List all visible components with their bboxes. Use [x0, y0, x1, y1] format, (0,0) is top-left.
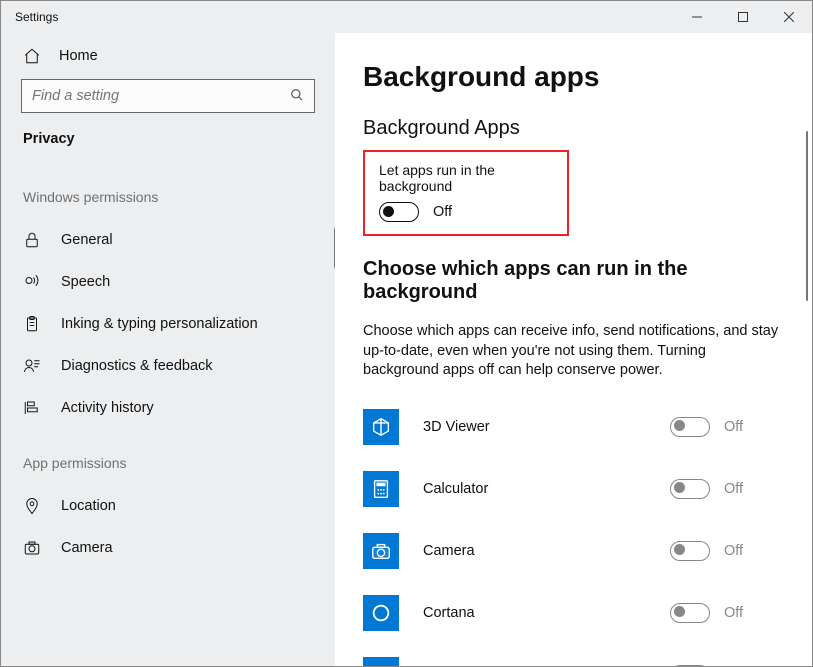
camera-icon	[23, 539, 41, 557]
window-title: Settings	[1, 10, 58, 24]
master-toggle[interactable]	[379, 202, 419, 222]
page-title: Background apps	[363, 61, 782, 93]
app-row-camera: Camera Off	[363, 527, 782, 589]
nav-activity-history[interactable]: Activity history	[1, 387, 335, 429]
3d-viewer-icon	[363, 409, 399, 445]
app-toggle-state: Off	[724, 419, 743, 435]
nav-diagnostics[interactable]: Diagnostics & feedback	[1, 345, 335, 387]
app-toggle[interactable]	[670, 417, 710, 437]
app-name: Camera	[423, 543, 670, 559]
group-app-permissions: App permissions	[1, 429, 335, 485]
feedback-hub-icon	[363, 657, 399, 666]
close-button[interactable]	[766, 1, 812, 33]
sidebar: Home Privacy Windows permissions General…	[1, 33, 335, 666]
master-toggle-state: Off	[433, 204, 452, 220]
app-row-feedback-hub: Feedback Hub Off	[363, 651, 782, 666]
nav-label: Activity history	[61, 400, 154, 416]
nav-label: Speech	[61, 274, 110, 290]
window-controls	[674, 1, 812, 33]
app-name: Calculator	[423, 481, 670, 497]
content-area: Background apps Background Apps Let apps…	[335, 33, 812, 666]
app-name: 3D Viewer	[423, 419, 670, 435]
search-icon	[290, 88, 304, 105]
nav-home[interactable]: Home	[1, 41, 335, 79]
nav-label: Diagnostics & feedback	[61, 358, 213, 374]
app-row-cortana: Cortana Off	[363, 589, 782, 651]
maximize-button[interactable]	[720, 1, 766, 33]
home-icon	[23, 47, 41, 65]
app-row-calculator: Calculator Off	[363, 465, 782, 527]
app-row-3d-viewer: 3D Viewer Off	[363, 403, 782, 465]
nav-speech[interactable]: Speech	[1, 261, 335, 303]
master-toggle-highlight: Let apps run in the background Off	[363, 150, 569, 236]
app-toggle[interactable]	[670, 603, 710, 623]
master-toggle-label: Let apps run in the background	[379, 162, 553, 194]
nav-inking[interactable]: Inking & typing personalization	[1, 303, 335, 345]
app-toggle-state: Off	[724, 543, 743, 559]
clipboard-icon	[23, 315, 41, 333]
camera-app-icon	[363, 533, 399, 569]
nav-camera[interactable]: Camera	[1, 527, 335, 569]
search-box[interactable]	[21, 79, 315, 113]
speech-icon	[23, 273, 41, 291]
app-name: Cortana	[423, 605, 670, 621]
nav-label: Inking & typing personalization	[61, 316, 258, 332]
nav-general[interactable]: General	[1, 219, 335, 261]
section-heading-1: Background Apps	[363, 117, 782, 140]
nav-label: Camera	[61, 540, 113, 556]
nav-label: General	[61, 232, 113, 248]
calculator-icon	[363, 471, 399, 507]
nav-location[interactable]: Location	[1, 485, 335, 527]
app-toggle[interactable]	[670, 541, 710, 561]
app-toggle-state: Off	[724, 481, 743, 497]
titlebar: Settings	[1, 1, 812, 33]
nav-home-label: Home	[59, 48, 98, 64]
app-toggle-state: Off	[724, 605, 743, 621]
section-heading-2: Choose which apps can run in the backgro…	[363, 258, 782, 304]
history-icon	[23, 399, 41, 417]
nav-label: Location	[61, 498, 116, 514]
feedback-icon	[23, 357, 41, 375]
app-toggle[interactable]	[670, 665, 710, 666]
location-icon	[23, 497, 41, 515]
group-windows-permissions: Windows permissions	[1, 175, 335, 219]
app-toggle[interactable]	[670, 479, 710, 499]
section-description: Choose which apps can receive info, send…	[363, 322, 782, 381]
lock-icon	[23, 231, 41, 249]
search-input[interactable]	[32, 88, 290, 104]
section-title: Privacy	[1, 131, 335, 175]
minimize-button[interactable]	[674, 1, 720, 33]
content-scrollbar[interactable]	[806, 131, 808, 301]
cortana-icon	[363, 595, 399, 631]
